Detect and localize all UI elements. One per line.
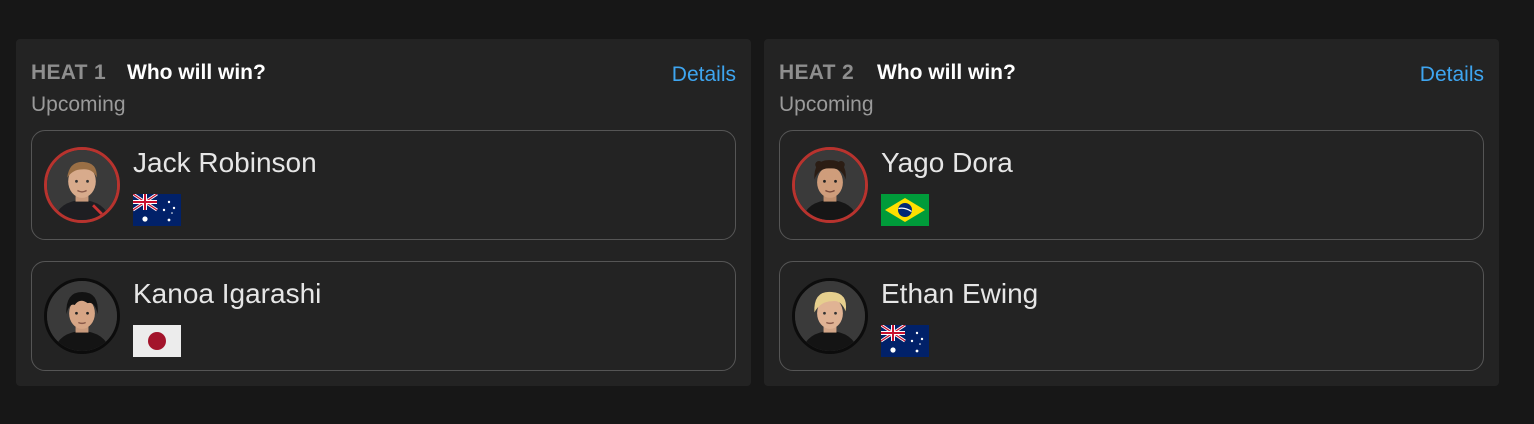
- surfer-option-yago-dora[interactable]: Yago Dora: [779, 130, 1484, 240]
- heat-status: Upcoming: [31, 93, 126, 116]
- japan-flag-icon: [133, 325, 181, 357]
- surfer-name: Kanoa Igarashi: [133, 278, 322, 309]
- surfer-name: Jack Robinson: [133, 147, 317, 178]
- avatar-portrait: [47, 150, 117, 220]
- surfer-avatar: [792, 147, 868, 223]
- surfer-avatar: [44, 278, 120, 354]
- details-link[interactable]: Details: [1420, 63, 1484, 87]
- surfer-name: Ethan Ewing: [881, 278, 1039, 309]
- heat-question: Who will win?: [877, 61, 1016, 84]
- heat-label: HEAT 2: [779, 61, 854, 84]
- details-link[interactable]: Details: [672, 63, 736, 87]
- heat-card-2: HEAT 2 Who will win? Upcoming Details Ya…: [764, 39, 1499, 386]
- heat-label: HEAT 1: [31, 61, 106, 84]
- heat-status: Upcoming: [779, 93, 874, 116]
- surfer-option-kanoa-igarashi[interactable]: Kanoa Igarashi: [31, 261, 736, 371]
- surfer-option-ethan-ewing[interactable]: Ethan Ewing: [779, 261, 1484, 371]
- avatar-portrait: [47, 281, 117, 351]
- brazil-flag-icon: [881, 194, 929, 226]
- surfer-name: Yago Dora: [881, 147, 1013, 178]
- surfer-avatar: [792, 278, 868, 354]
- heat-card-1: HEAT 1 Who will win? Upcoming Details Ja…: [16, 39, 751, 386]
- heat-question: Who will win?: [127, 61, 266, 84]
- heats-container: HEAT 1 Who will win? Upcoming Details Ja…: [16, 39, 1499, 386]
- avatar-portrait: [795, 150, 865, 220]
- australia-flag-icon: [133, 194, 181, 226]
- australia-flag-icon: [881, 325, 929, 357]
- surfer-avatar: [44, 147, 120, 223]
- surfer-option-jack-robinson[interactable]: Jack Robinson: [31, 130, 736, 240]
- avatar-portrait: [795, 281, 865, 351]
